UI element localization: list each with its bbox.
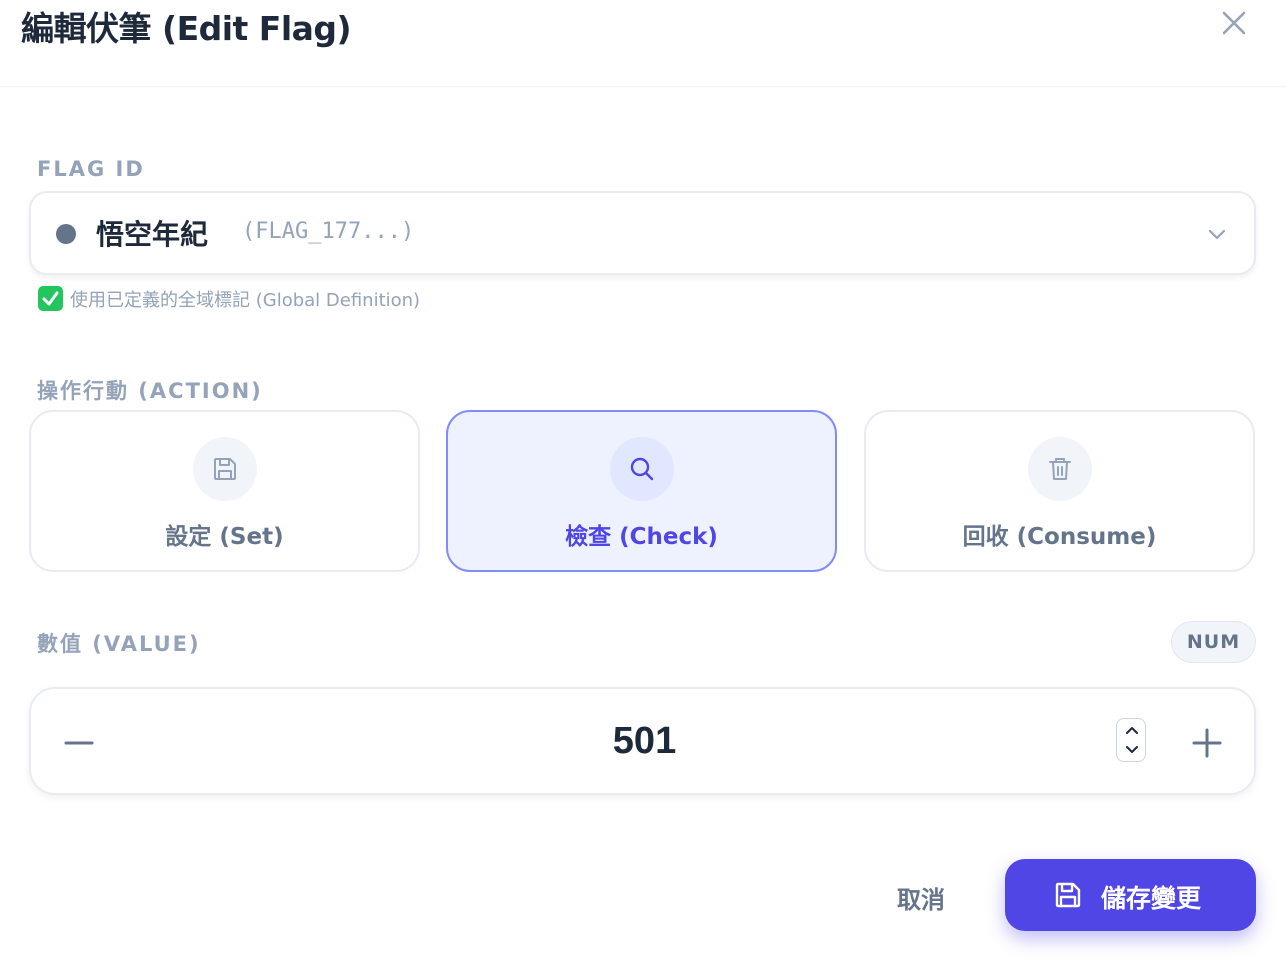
action-option-set[interactable]: 設定 (Set) xyxy=(29,410,420,572)
dialog-header: 編輯伏筆 (Edit Flag) xyxy=(0,0,1286,87)
flag-id-label: FLAG ID xyxy=(37,157,145,181)
action-option-consume[interactable]: 回收 (Consume) xyxy=(864,410,1255,572)
save-icon xyxy=(1053,880,1083,910)
close-icon[interactable] xyxy=(1216,5,1252,41)
value-type-badge: NUM xyxy=(1171,621,1256,663)
trash-icon xyxy=(1027,437,1092,501)
search-icon xyxy=(609,437,674,501)
number-spinner[interactable] xyxy=(1116,718,1146,762)
value-stepper xyxy=(29,687,1256,795)
flag-id-select[interactable]: 悟空年紀 (FLAG_177...) xyxy=(29,191,1256,275)
save-button-label: 儲存變更 xyxy=(1101,885,1202,913)
flag-status-dot xyxy=(56,224,76,244)
dialog-title: 編輯伏筆 (Edit Flag) xyxy=(21,9,352,48)
save-icon xyxy=(192,437,257,501)
action-option-label: 檢查 (Check) xyxy=(565,524,718,550)
action-option-label: 回收 (Consume) xyxy=(962,524,1157,550)
plus-icon[interactable] xyxy=(1189,725,1225,761)
value-label: 數值 (VALUE) xyxy=(37,632,201,656)
action-option-label: 設定 (Set) xyxy=(165,524,284,550)
chevron-down-icon xyxy=(1206,223,1228,245)
value-input[interactable] xyxy=(431,711,858,771)
global-definition-hint: 使用已定義的全域標記 (Global Definition) xyxy=(70,290,421,311)
check-mark-icon xyxy=(38,286,63,311)
flag-name: 悟空年紀 xyxy=(96,218,209,251)
flag-code: (FLAG_177...) xyxy=(242,219,415,244)
action-option-check[interactable]: 檢查 (Check) xyxy=(446,410,837,572)
cancel-button[interactable]: 取消 xyxy=(870,870,972,924)
save-button[interactable]: 儲存變更 xyxy=(1005,859,1256,931)
chevron-down-icon[interactable] xyxy=(1124,743,1140,757)
chevron-up-icon[interactable] xyxy=(1124,723,1140,737)
action-label: 操作行動 (ACTION) xyxy=(37,379,263,403)
minus-icon[interactable] xyxy=(61,725,97,761)
